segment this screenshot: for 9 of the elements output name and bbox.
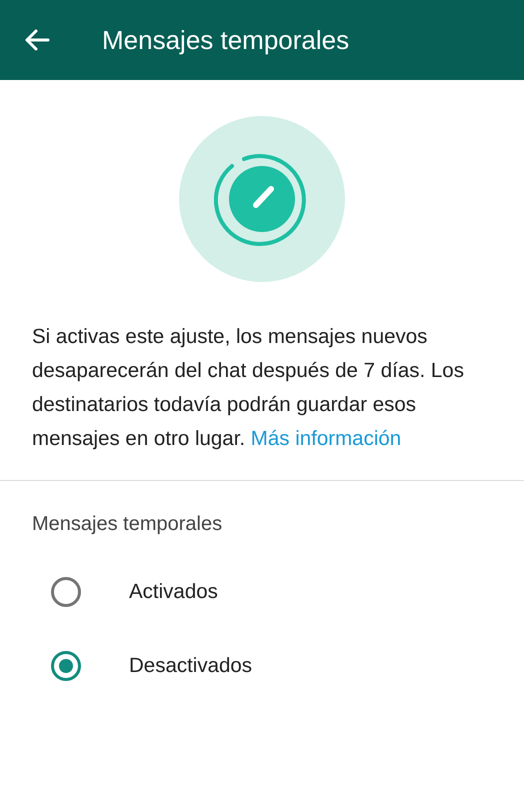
back-arrow-icon	[24, 28, 50, 52]
section-title: Mensajes temporales	[32, 512, 224, 537]
screen-title: Mensajes temporales	[102, 24, 350, 56]
more-info-link[interactable]: Más información	[250, 427, 402, 450]
radio-button[interactable]	[51, 651, 81, 681]
radio-button[interactable]	[51, 577, 81, 607]
option-label: Activados	[129, 578, 218, 605]
description-text: Si activas este ajuste, los mensajes nuevos desaparecerán del chat después de 7 días. Los destinatarios todavía podrán guardar esos mensajes en otro lugar. Más información	[32, 324, 465, 452]
option-label: Desactivados	[129, 652, 252, 679]
